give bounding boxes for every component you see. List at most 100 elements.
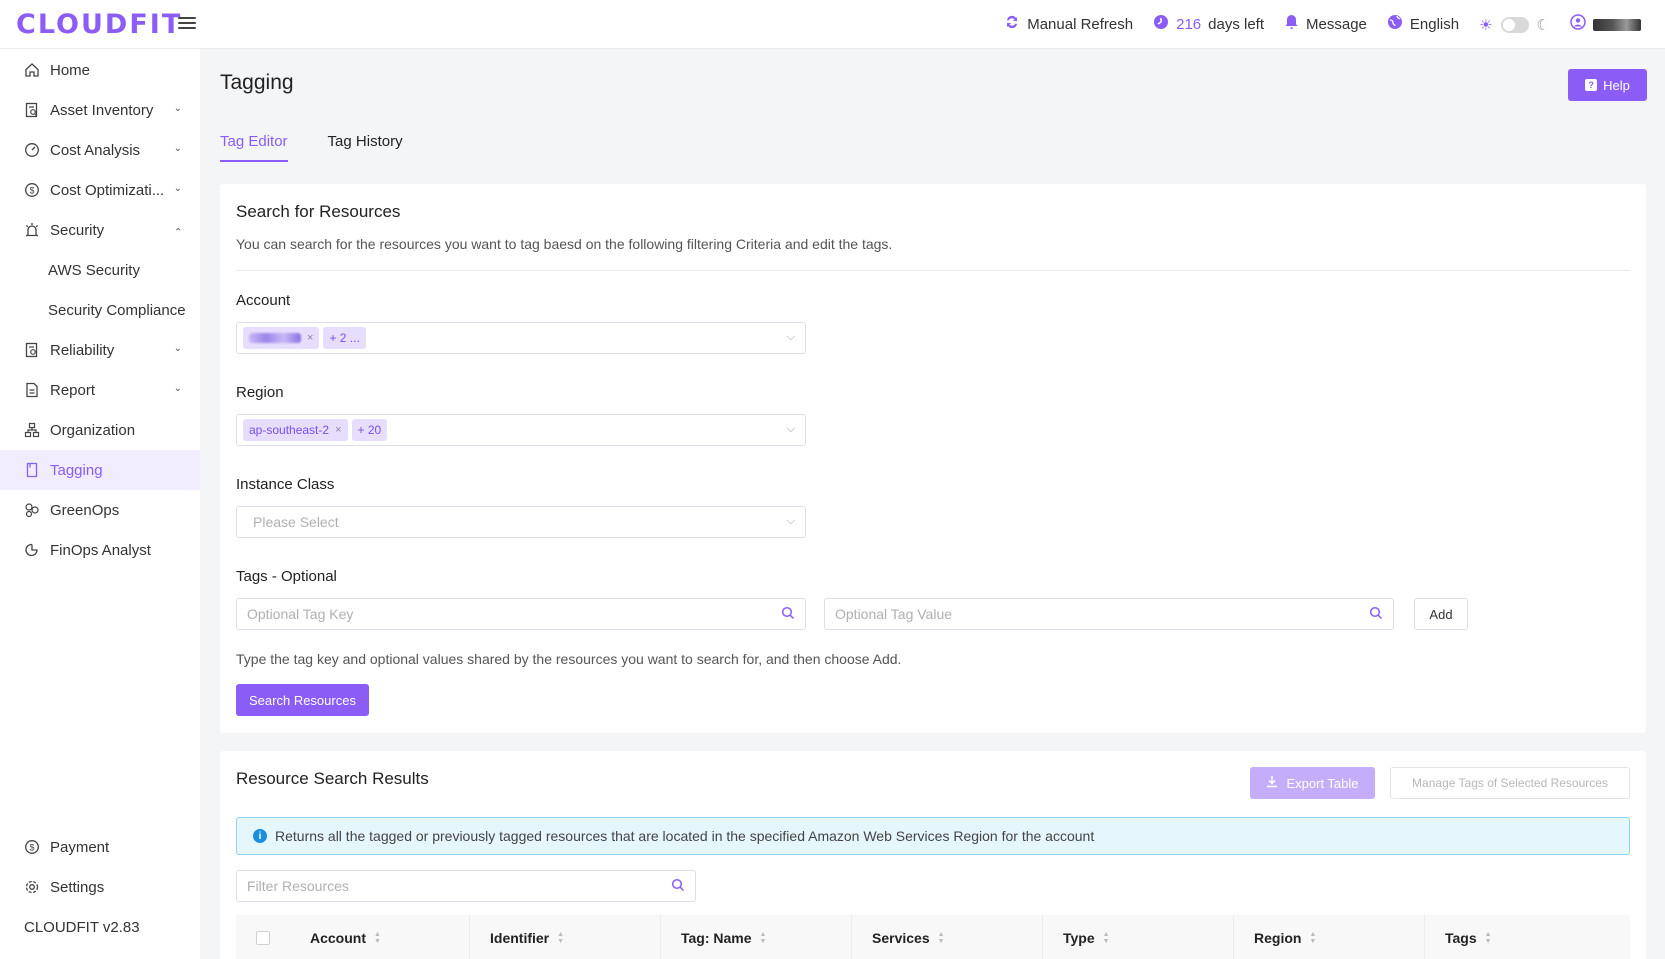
- search-icon: [1369, 606, 1383, 620]
- column-label: Region: [1254, 930, 1302, 946]
- sidebar-item-payment[interactable]: $ Payment: [0, 827, 200, 867]
- chevron-down-icon: ⌄: [173, 183, 182, 194]
- sidebar-item-label: GreenOps: [50, 501, 120, 519]
- search-card-title: Search for Resources: [236, 202, 401, 221]
- region-chip: ap-southeast-2 ×: [243, 419, 348, 441]
- sidebar-item-cost-analysis[interactable]: Cost Analysis ⌄: [0, 130, 200, 170]
- column-type[interactable]: Type ▲ ▼: [1043, 915, 1234, 959]
- sort-icon[interactable]: ▲ ▼: [760, 931, 767, 945]
- theme-toggle-switch[interactable]: [1500, 16, 1529, 33]
- export-table-button[interactable]: Export Table: [1250, 767, 1375, 799]
- report-icon: [24, 382, 40, 398]
- column-tag-name[interactable]: Tag: Name ▲ ▼: [661, 915, 852, 959]
- dollar-icon: $: [24, 182, 40, 198]
- tab-tag-editor[interactable]: Tag Editor: [220, 133, 288, 162]
- sidebar-item-label: Security: [50, 221, 105, 239]
- sidebar-item-reliability[interactable]: Reliability ⌄: [0, 330, 200, 370]
- days-left-number: 216: [1176, 16, 1202, 33]
- manual-refresh-button[interactable]: Manual Refresh: [1004, 14, 1133, 35]
- menu-toggle-icon[interactable]: [178, 14, 196, 32]
- message-button[interactable]: Message: [1284, 14, 1367, 35]
- tab-tag-history[interactable]: Tag History: [328, 133, 403, 162]
- resource-results-card: Resource Search Results Export Table Man…: [220, 751, 1646, 959]
- column-account[interactable]: Account ▲ ▼: [290, 915, 470, 959]
- sidebar-item-label: Home: [50, 61, 91, 79]
- sidebar-item-aws-security[interactable]: AWS Security: [0, 250, 200, 290]
- account-select[interactable]: × + 2 ... ⌵: [236, 322, 806, 354]
- search-card-description: You can search for the resources you wan…: [236, 236, 893, 252]
- sidebar-item-organization[interactable]: Organization: [0, 410, 200, 450]
- theme-switcher[interactable]: ☀ ☾: [1479, 16, 1550, 34]
- sidebar-item-finops-analyst[interactable]: FinOps Analyst: [0, 530, 200, 570]
- gear-icon: [24, 879, 40, 895]
- close-icon[interactable]: ×: [335, 424, 341, 436]
- sidebar-item-label: Payment: [50, 838, 110, 856]
- sidebar-item-report[interactable]: Report ⌄: [0, 370, 200, 410]
- search-resources-button[interactable]: Search Resources: [236, 684, 369, 716]
- sort-icon[interactable]: ▲ ▼: [1309, 931, 1316, 945]
- search-icon: [781, 606, 795, 620]
- column-label: Type: [1063, 930, 1095, 946]
- select-all-checkbox[interactable]: [256, 931, 270, 945]
- sidebar-item-cost-optimization[interactable]: $ Cost Optimizati... ⌄: [0, 170, 200, 210]
- close-icon[interactable]: ×: [307, 332, 313, 344]
- sidebar-item-label: Reliability: [50, 341, 115, 359]
- sidebar-item-home[interactable]: Home: [0, 50, 200, 90]
- column-label: Services: [872, 930, 930, 946]
- finops-icon: [24, 542, 40, 558]
- region-select[interactable]: ap-southeast-2 × + 20 ⌵: [236, 414, 806, 446]
- user-menu[interactable]: [1570, 14, 1641, 35]
- add-tag-button[interactable]: Add: [1414, 598, 1468, 630]
- instance-class-placeholder: Please Select: [253, 514, 339, 530]
- column-tags[interactable]: Tags ▲ ▼: [1425, 915, 1616, 959]
- header-actions: Manual Refresh 216 days left Message Eng…: [1004, 0, 1641, 49]
- user-avatar-icon: [1570, 14, 1586, 35]
- sidebar-item-settings[interactable]: Settings: [0, 867, 200, 907]
- sort-icon[interactable]: ▲ ▼: [374, 931, 381, 945]
- sidebar-item-greenops[interactable]: GreenOps: [0, 490, 200, 530]
- info-alert-text: Returns all the tagged or previously tag…: [275, 828, 1095, 844]
- column-services[interactable]: Services ▲ ▼: [852, 915, 1043, 959]
- sidebar-footer: $ Payment Settings CLOUDFIT v2.83: [0, 827, 200, 947]
- filter-resources-input[interactable]: Filter Resources: [236, 870, 696, 902]
- region-chip-label: ap-southeast-2: [249, 423, 330, 437]
- chevron-up-icon: ⌄: [173, 225, 182, 236]
- sort-icon[interactable]: ▲ ▼: [557, 931, 564, 945]
- sidebar-item-tagging[interactable]: Tagging: [0, 450, 200, 490]
- export-table-label: Export Table: [1286, 775, 1359, 791]
- column-identifier[interactable]: Identifier ▲ ▼: [470, 915, 661, 959]
- sidebar-item-asset-inventory[interactable]: Asset Inventory ⌄: [0, 90, 200, 130]
- app-version: CLOUDFIT v2.83: [24, 918, 140, 936]
- tab-bar: Tag Editor Tag History: [220, 133, 403, 162]
- sidebar-item-security-compliance[interactable]: Security Compliance: [0, 290, 200, 330]
- language-selector[interactable]: English: [1387, 14, 1459, 35]
- sidebar-item-label: FinOps Analyst: [50, 541, 151, 559]
- account-id-redacted: [249, 333, 301, 343]
- sidebar-item-label: Organization: [50, 421, 136, 439]
- tags-hint-text: Type the tag key and optional values sha…: [236, 651, 902, 667]
- column-label: Tags: [1445, 930, 1477, 946]
- select-all-cell: [236, 915, 290, 959]
- manage-tags-button[interactable]: Manage Tags of Selected Resources: [1390, 767, 1630, 799]
- help-button[interactable]: ? Help: [1568, 69, 1647, 101]
- greenops-icon: [24, 502, 40, 518]
- gauge-icon: [24, 142, 40, 158]
- tag-key-input[interactable]: Optional Tag Key: [236, 598, 806, 630]
- tag-value-placeholder: Optional Tag Value: [835, 606, 953, 622]
- column-label: Account: [310, 930, 366, 946]
- results-card-title: Resource Search Results: [236, 769, 429, 788]
- sort-icon[interactable]: ▲ ▼: [938, 931, 945, 945]
- home-icon: [24, 62, 40, 78]
- tag-value-input[interactable]: Optional Tag Value: [824, 598, 1394, 630]
- search-resources-card: Search for Resources You can search for …: [220, 184, 1646, 733]
- sidebar-item-security[interactable]: Security ⌄: [0, 210, 200, 250]
- filter-resources-placeholder: Filter Resources: [247, 878, 349, 894]
- instance-class-select[interactable]: Please Select ⌵: [236, 506, 806, 538]
- sort-icon[interactable]: ▲ ▼: [1103, 931, 1110, 945]
- column-region[interactable]: Region ▲ ▼: [1234, 915, 1425, 959]
- cloudfit-logo[interactable]: CLOUDFIT: [16, 9, 182, 40]
- info-icon: i: [253, 829, 267, 843]
- clock-icon: [1153, 14, 1169, 35]
- sort-icon[interactable]: ▲ ▼: [1485, 931, 1492, 945]
- reliability-icon: [24, 342, 40, 358]
